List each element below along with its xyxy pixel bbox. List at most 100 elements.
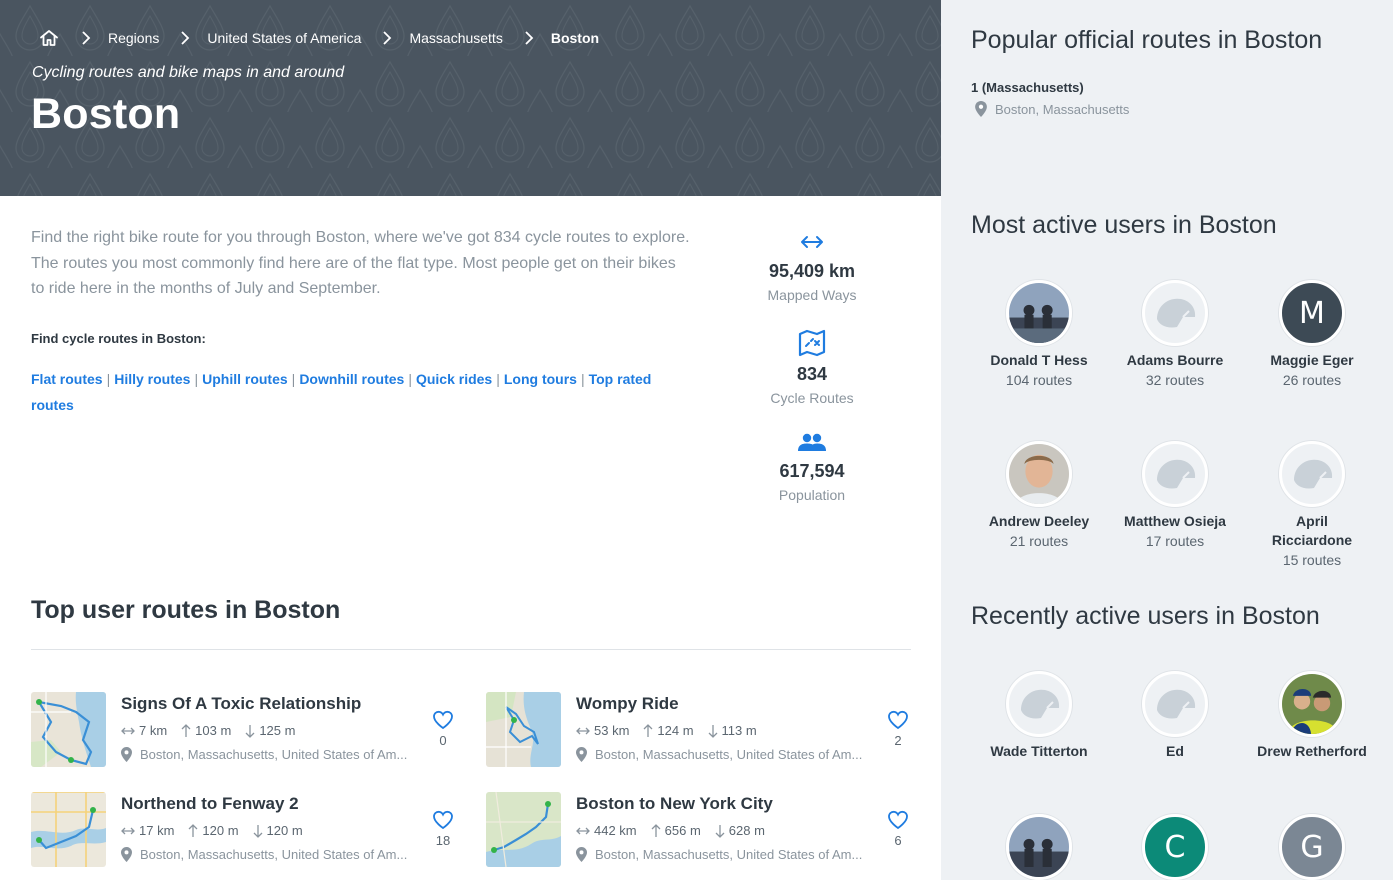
link-flat-routes[interactable]: Flat routes xyxy=(31,371,103,387)
route-card[interactable]: Signs Of A Toxic Relationship 7 km 103 m… xyxy=(31,692,471,768)
route-title[interactable]: Boston to New York City xyxy=(576,794,773,814)
hero-subtitle: Cycling routes and bike maps in and arou… xyxy=(32,64,345,81)
like-button[interactable]: 0 xyxy=(431,710,455,748)
route-location-text: Boston, Massachusetts, United States of … xyxy=(140,747,408,762)
user-name[interactable]: Drew Retherford xyxy=(1257,742,1367,761)
user-card[interactable]: Ed xyxy=(1120,671,1230,761)
location-pin-icon xyxy=(121,847,132,862)
popular-route-name[interactable]: 1 (Massachusetts) xyxy=(971,80,1084,95)
breadcrumb-state[interactable]: Massachusetts xyxy=(409,30,502,46)
route-map-thumbnail[interactable] xyxy=(486,692,561,767)
arrows-horizontal-icon xyxy=(799,236,825,256)
avatar[interactable] xyxy=(1006,280,1072,346)
route-title[interactable]: Wompy Ride xyxy=(576,694,679,714)
popular-route-location-text: Boston, Massachusetts xyxy=(995,101,1130,117)
route-distance: 53 km xyxy=(576,723,629,738)
route-title[interactable]: Signs Of A Toxic Relationship xyxy=(121,694,361,714)
user-card[interactable]: Adams Bourre 32 routes xyxy=(1120,280,1230,390)
breadcrumb-regions[interactable]: Regions xyxy=(108,30,159,46)
route-card[interactable]: Boston to New York City 442 km 656 m 628… xyxy=(486,792,926,868)
route-ascent-value: 124 m xyxy=(657,723,694,738)
avatar[interactable]: G xyxy=(1279,814,1345,880)
route-stats: 442 km 656 m 628 m xyxy=(576,823,779,838)
user-card[interactable]: Wade Titterton xyxy=(984,671,1094,761)
chevron-right-icon xyxy=(524,31,534,45)
user-name[interactable]: April Ricciardone xyxy=(1257,512,1367,550)
avatar[interactable] xyxy=(1006,814,1072,880)
user-card[interactable]: G xyxy=(1257,814,1367,880)
popular-route-location: Boston, Massachusetts xyxy=(975,101,1129,117)
breadcrumb-country[interactable]: United States of America xyxy=(207,30,361,46)
user-card[interactable]: Donald T Hess 104 routes xyxy=(984,280,1094,390)
route-map-thumbnail[interactable] xyxy=(31,792,106,867)
like-button[interactable]: 6 xyxy=(886,810,910,848)
avatar[interactable] xyxy=(1142,280,1208,346)
stat-value: 617,594 xyxy=(779,461,845,481)
user-card[interactable]: M Maggie Eger 26 routes xyxy=(1257,280,1367,390)
user-name[interactable]: Andrew Deeley xyxy=(984,512,1094,531)
user-card[interactable]: C xyxy=(1120,814,1230,880)
route-ascent: 656 m xyxy=(651,823,701,838)
user-card[interactable] xyxy=(984,814,1094,880)
route-card[interactable]: Wompy Ride 53 km 124 m 113 m Boston, Mas… xyxy=(486,692,926,768)
distance-icon xyxy=(121,827,135,834)
breadcrumb: Regions United States of America Massach… xyxy=(38,26,599,50)
top-routes-heading: Top user routes in Boston xyxy=(31,596,341,624)
avatar[interactable] xyxy=(1006,671,1072,737)
user-card[interactable]: Andrew Deeley 21 routes xyxy=(984,441,1094,551)
arrow-up-icon xyxy=(181,723,191,737)
route-location-text: Boston, Massachusetts, United States of … xyxy=(595,847,863,862)
avatar[interactable] xyxy=(1006,441,1072,507)
user-name[interactable]: Wade Titterton xyxy=(984,742,1094,761)
arrow-down-icon xyxy=(253,824,263,838)
sidebar: Popular official routes in Boston 1 (Mas… xyxy=(941,0,1393,880)
user-name[interactable]: Maggie Eger xyxy=(1257,351,1367,370)
route-location: Boston, Massachusetts, United States of … xyxy=(121,747,407,762)
avatar[interactable] xyxy=(1279,441,1345,507)
user-name[interactable]: Adams Bourre xyxy=(1120,351,1230,370)
location-pin-icon xyxy=(576,847,587,862)
region-hero: Regions United States of America Massach… xyxy=(0,0,941,196)
user-card[interactable]: April Ricciardone 15 routes xyxy=(1257,441,1367,570)
route-stats: 53 km 124 m 113 m xyxy=(576,723,771,738)
route-title[interactable]: Northend to Fenway 2 xyxy=(121,794,299,814)
avatar[interactable]: C xyxy=(1142,814,1208,880)
user-card[interactable]: Matthew Osieja 17 routes xyxy=(1120,441,1230,551)
recent-users-heading: Recently active users in Boston xyxy=(971,602,1320,630)
route-distance: 17 km xyxy=(121,823,174,838)
stat-mapped-ways: 95,409 km Mapped Ways xyxy=(752,232,872,303)
user-card[interactable]: Drew Retherford xyxy=(1257,671,1367,761)
stat-value: 95,409 km xyxy=(768,261,856,281)
avatar[interactable] xyxy=(1142,441,1208,507)
route-location-text: Boston, Massachusetts, United States of … xyxy=(595,747,863,762)
like-button[interactable]: 18 xyxy=(431,810,455,848)
arrow-up-icon xyxy=(643,723,653,737)
route-descent: 113 m xyxy=(708,723,757,738)
popular-routes-heading: Popular official routes in Boston xyxy=(971,26,1323,54)
link-separator: | xyxy=(580,371,585,387)
helmet-icon xyxy=(1294,459,1333,489)
heart-icon xyxy=(888,710,908,730)
home-icon[interactable] xyxy=(38,27,60,49)
user-route-count: 104 routes xyxy=(1005,372,1073,388)
link-hilly-routes[interactable]: Hilly routes xyxy=(114,371,190,387)
heart-icon xyxy=(433,810,453,830)
avatar[interactable] xyxy=(1279,671,1345,737)
link-separator: | xyxy=(106,371,111,387)
route-map-thumbnail[interactable] xyxy=(31,692,106,767)
helmet-icon xyxy=(1157,689,1196,719)
route-location: Boston, Massachusetts, United States of … xyxy=(121,847,407,862)
avatar[interactable]: M xyxy=(1279,280,1345,346)
route-map-thumbnail[interactable] xyxy=(486,792,561,867)
user-name[interactable]: Donald T Hess xyxy=(984,351,1094,370)
link-downhill-routes[interactable]: Downhill routes xyxy=(299,371,404,387)
link-quick-rides[interactable]: Quick rides xyxy=(416,371,492,387)
route-card[interactable]: Northend to Fenway 2 17 km 120 m 120 m B… xyxy=(31,792,471,868)
avatar[interactable] xyxy=(1142,671,1208,737)
user-name[interactable]: Matthew Osieja xyxy=(1120,512,1230,531)
link-uphill-routes[interactable]: Uphill routes xyxy=(202,371,288,387)
like-button[interactable]: 2 xyxy=(886,710,910,748)
link-long-tours[interactable]: Long tours xyxy=(504,371,577,387)
user-name[interactable]: Ed xyxy=(1120,742,1230,761)
heart-icon xyxy=(433,710,453,730)
